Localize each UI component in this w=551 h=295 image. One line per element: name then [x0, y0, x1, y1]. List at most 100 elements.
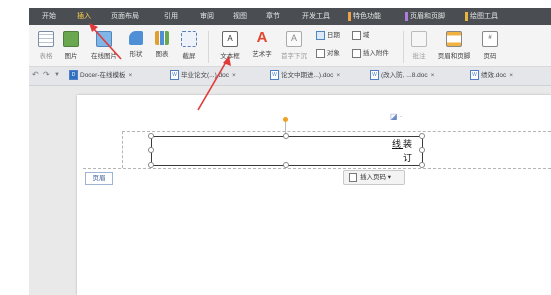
comment-button[interactable]: 批注 [409, 31, 429, 60]
docer-icon: D [69, 70, 78, 81]
wordart-label: 艺术字 [252, 51, 272, 58]
menu-chapter[interactable]: 章节 [266, 8, 280, 25]
shapes-icon [129, 31, 143, 45]
table-button[interactable]: 表格 [35, 31, 57, 60]
page-number-icon [349, 172, 357, 182]
chart-button[interactable]: 图表 [151, 31, 173, 58]
insert-page-number-button[interactable]: 插入页码 ▾ [343, 170, 405, 185]
page-number-label: 页码 [483, 53, 497, 60]
resize-handle-top[interactable] [283, 133, 289, 139]
menu-header-footer[interactable]: 页眉和页脚 [405, 8, 445, 25]
tab-docer[interactable]: D Docer-在线模板 × [69, 70, 132, 82]
header-footer-button[interactable]: 页眉和页脚 [435, 31, 473, 60]
menu-header-footer-label: 页眉和页脚 [410, 13, 445, 20]
header-boundary-left [122, 131, 123, 168]
picture-icon [63, 31, 79, 47]
menu-view[interactable]: 视图 [233, 8, 247, 25]
header-boundary-bottom [83, 168, 551, 169]
document-icon: W [270, 70, 279, 81]
close-icon[interactable]: × [232, 72, 236, 79]
comment-icon [411, 31, 427, 47]
menu-review[interactable]: 审阅 [200, 8, 214, 25]
header-footer-label: 页眉和页脚 [437, 53, 471, 60]
field-label: 域 [362, 32, 370, 39]
textbox-text: 装 [403, 140, 415, 150]
tab-docer-label: Docer-在线模板 [80, 72, 126, 79]
picture-button[interactable]: 图片 [60, 31, 82, 60]
close-icon[interactable]: × [509, 72, 513, 79]
comment-label: 批注 [412, 53, 426, 60]
textbox-icon: A [222, 31, 238, 47]
shapes-label: 形状 [129, 51, 143, 58]
online-picture-icon [96, 31, 112, 47]
table-label: 表格 [39, 53, 53, 60]
menu-special[interactable]: 特色功能 [348, 8, 381, 25]
screenshot-icon [181, 31, 197, 47]
object-icon [316, 48, 325, 58]
resize-handle-bottom[interactable] [283, 162, 289, 168]
undo-icon[interactable]: ↶ [32, 70, 39, 79]
drop-cap-label: 首字下沉 [281, 53, 307, 60]
resize-handle-top-left[interactable] [148, 133, 154, 139]
screenshot-label: 截屏 [182, 53, 196, 60]
tab-thesis[interactable]: W 毕业论文(...).doc × [170, 70, 236, 82]
menu-drawing-tools-label: 绘图工具 [470, 13, 498, 20]
document-icon: W [370, 70, 379, 81]
drop-cap-icon: A [286, 31, 302, 47]
object-button[interactable]: 对象 [316, 47, 350, 58]
menu-insert[interactable]: 插入 [77, 8, 91, 25]
ribbon-divider [403, 31, 404, 63]
resize-handle-left[interactable] [148, 147, 154, 153]
menu-drawing-tools[interactable]: 绘图工具 [465, 8, 498, 25]
tab-revision[interactable]: W (改入防, ...8.doc × [370, 70, 434, 82]
menu-start[interactable]: 开始 [42, 8, 56, 25]
resize-handle-top-right[interactable] [419, 133, 425, 139]
textbox-button[interactable]: A 文本框 [215, 31, 245, 60]
close-icon[interactable]: × [336, 72, 340, 79]
page-number-icon: # [482, 31, 498, 47]
purple-marker-icon [405, 11, 408, 21]
page-number-button[interactable]: # 页码 [479, 31, 501, 60]
close-icon[interactable]: × [129, 72, 133, 79]
tab-performance[interactable]: W 绩效.doc × [470, 70, 513, 82]
tab-thesis-label: 毕业论文(...).doc [181, 72, 230, 79]
tab-midterm[interactable]: W 论文中期进...).doc × [270, 70, 340, 82]
online-picture-label: 在线图片 [91, 53, 117, 60]
wordart-button[interactable]: A 艺术字 [249, 29, 275, 58]
layout-options-icon[interactable]: ◪ · [390, 112, 402, 121]
calendar-icon [316, 30, 325, 40]
rotation-handle[interactable] [283, 117, 288, 122]
resize-handle-bottom-left[interactable] [148, 162, 154, 168]
insert-attachment-button[interactable]: 插入附件 [352, 47, 396, 58]
menu-special-label: 特色功能 [353, 13, 381, 20]
close-icon[interactable]: × [431, 72, 435, 79]
date-label: 日期 [326, 32, 340, 39]
tab-revision-label: (改入防, ...8.doc [381, 72, 428, 79]
orange-marker-icon [348, 11, 351, 21]
drop-cap-button[interactable]: A 首字下沉 [279, 31, 309, 60]
tab-performance-label: 绩效.doc [481, 72, 507, 79]
document-page[interactable] [77, 95, 551, 295]
document-icon: W [170, 70, 179, 81]
textbox-line-1: 线装 [392, 137, 414, 150]
menu-developer[interactable]: 开发工具 [302, 8, 330, 25]
date-button[interactable]: 日期 [316, 29, 342, 40]
wordart-icon: A [256, 29, 268, 46]
chevron-down-icon: ▾ [386, 174, 392, 181]
resize-handle-bottom-right[interactable] [419, 162, 425, 168]
screenshot-button[interactable]: 截屏 [177, 31, 201, 60]
resize-handle-right[interactable] [419, 147, 425, 153]
field-icon [352, 30, 361, 40]
field-button[interactable]: 域 [352, 29, 372, 40]
chart-icon [155, 31, 169, 45]
menu-references[interactable]: 引用 [164, 8, 178, 25]
shapes-button[interactable]: 形状 [125, 31, 147, 58]
online-picture-button[interactable]: 在线图片 [87, 31, 121, 60]
chart-label: 图表 [155, 51, 169, 58]
ribbon: 表格 图片 在线图片 形状 图表 截屏 A 文本框 A 艺术字 A 首字下沉 日… [29, 25, 551, 67]
menu-page-layout[interactable]: 页面布局 [111, 8, 139, 25]
ribbon-divider [208, 31, 209, 63]
insert-attachment-label: 插入附件 [362, 50, 389, 57]
redo-icon[interactable]: ↷ [43, 70, 50, 79]
dropdown-icon[interactable]: ▼ [54, 72, 60, 78]
